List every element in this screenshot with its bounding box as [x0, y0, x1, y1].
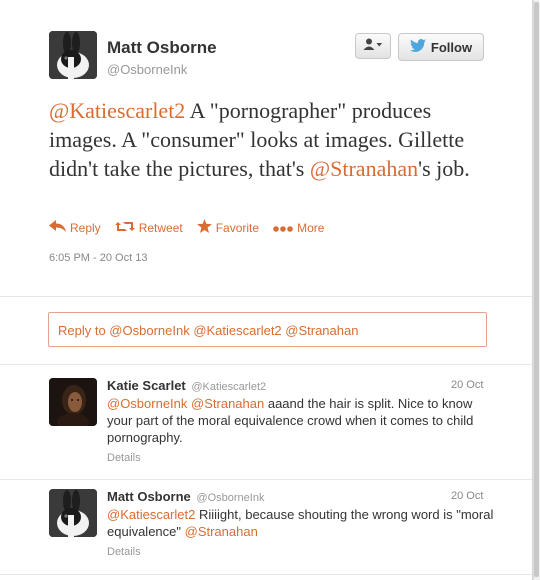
- reply-input[interactable]: Reply to @OsborneInk @Katiescarlet2 @Str…: [48, 312, 487, 347]
- follow-button[interactable]: Follow: [398, 33, 484, 61]
- favorite-action[interactable]: Favorite: [196, 219, 260, 236]
- author-name[interactable]: Matt Osborne: [107, 38, 217, 58]
- mention-link[interactable]: @Stranahan: [185, 524, 258, 539]
- tweet-actions: Reply Retweet Favorite More: [49, 219, 324, 236]
- reply-author-name[interactable]: Matt Osborne: [107, 489, 191, 504]
- details-link[interactable]: Details: [107, 452, 141, 464]
- avatar[interactable]: [49, 31, 97, 79]
- tweet-text: @Katiescarlet2 A "pornographer" produces…: [49, 96, 499, 183]
- star-icon: [196, 219, 212, 236]
- reply-date[interactable]: 20 Oct: [451, 490, 483, 502]
- more-action[interactable]: More: [273, 219, 324, 236]
- retweet-icon: [114, 220, 135, 236]
- mention-link[interactable]: @Stranahan: [191, 396, 264, 411]
- reply-action[interactable]: Reply: [49, 219, 101, 236]
- author-handle[interactable]: @OsborneInk: [107, 62, 187, 77]
- more-label: More: [297, 220, 325, 235]
- reply-author-handle[interactable]: @OsborneInk: [196, 492, 264, 504]
- main-tweet: Matt Osborne @OsborneInk Follow @Katiesc…: [0, 0, 532, 297]
- reply-header: Matt Osborne @OsborneInk: [107, 489, 264, 504]
- twitter-bird-icon: [409, 39, 426, 55]
- reply-author-name[interactable]: Katie Scarlet: [107, 378, 186, 393]
- retweet-action[interactable]: Retweet: [114, 219, 183, 236]
- person-dropdown-icon: [363, 37, 383, 55]
- reply-date[interactable]: 20 Oct: [451, 379, 483, 391]
- scrollbar-thumb[interactable]: [534, 2, 539, 577]
- reply-icon: [49, 220, 66, 235]
- favorite-label: Favorite: [215, 220, 260, 235]
- reply-text: @Katiescarlet2 Riiiight, because shoutin…: [107, 506, 497, 540]
- tweet-page: Matt Osborne @OsborneInk Follow @Katiesc…: [0, 0, 533, 580]
- reply-author-handle[interactable]: @Katiescarlet2: [191, 381, 266, 393]
- tweet-text-part: 's job.: [418, 156, 470, 181]
- user-actions-button[interactable]: [355, 33, 391, 59]
- reply-tweet: Katie Scarlet @Katiescarlet2 20 Oct @Osb…: [0, 378, 532, 473]
- reply-text: @OsborneInk @Stranahan aaand the hair is…: [107, 395, 497, 446]
- reply-header: Katie Scarlet @Katiescarlet2: [107, 378, 266, 393]
- reply-label: Reply: [70, 220, 101, 235]
- mention-link[interactable]: @OsborneInk: [107, 396, 187, 411]
- avatar[interactable]: [49, 378, 97, 426]
- mention-link[interactable]: @Katiescarlet2: [49, 98, 185, 123]
- divider: [0, 574, 532, 575]
- more-dots-icon: [273, 221, 293, 235]
- follow-label: Follow: [430, 39, 473, 55]
- divider: [0, 479, 532, 480]
- retweet-label: Retweet: [138, 220, 183, 235]
- reply-tweet: Matt Osborne @OsborneInk 20 Oct @Katiesc…: [0, 489, 532, 569]
- mention-link[interactable]: @Katiescarlet2: [107, 507, 195, 522]
- tweet-timestamp[interactable]: 6:05 PM - 20 Oct 13: [49, 252, 147, 264]
- divider: [0, 364, 532, 365]
- details-link[interactable]: Details: [107, 546, 141, 558]
- mention-link[interactable]: @Stranahan: [310, 156, 418, 181]
- avatar[interactable]: [49, 489, 97, 537]
